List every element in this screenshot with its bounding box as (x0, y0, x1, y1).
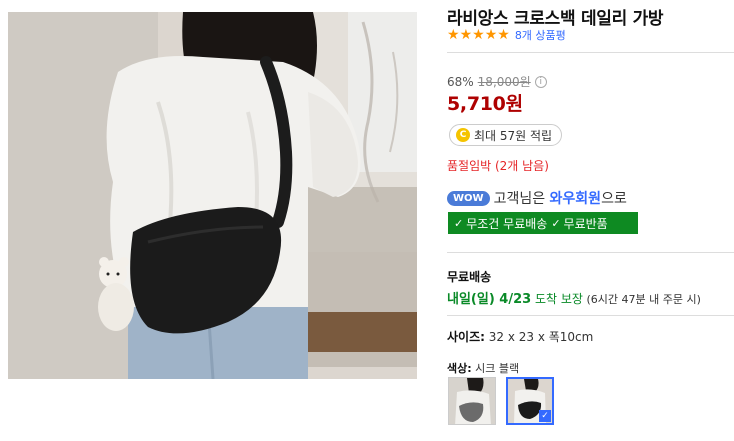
cashback-badge[interactable]: C 최대 57원 적립 (449, 124, 563, 146)
check-icon: ✓ (551, 216, 561, 230)
original-price: 18,000원 (477, 75, 531, 89)
discount-row: 68% 18,000원 i (447, 73, 547, 90)
divider (447, 315, 734, 316)
color-option: 색상: 시크 블랙 (447, 360, 519, 376)
color-label: 색상: (447, 362, 472, 375)
color-value: 시크 블랙 (471, 362, 520, 375)
star-icon: ★ (497, 27, 510, 43)
cashback-text: 최대 57원 적립 (474, 128, 553, 143)
star-icon: ★ (484, 27, 498, 43)
discount-rate: 68% (447, 74, 474, 89)
benefit-label: 무료반품 (563, 216, 608, 231)
sale-price: 5,710원 (447, 93, 523, 115)
star-icon: ★ (459, 27, 473, 43)
arrival-note: (6시간 47분 내 주문 시) (582, 293, 701, 306)
benefit-label: 무조건 무료배송 (466, 216, 548, 231)
size-value: 32 x 23 x 폭10cm (484, 330, 594, 344)
check-icon: ✓ (454, 216, 464, 230)
benefit-free-return: ✓ 무료반품 (551, 215, 607, 232)
wow-membership-row: WOW 고객님은 와우회원으로 (447, 188, 627, 208)
arrival-info: 내일(일) 4/23 도착 보장 (6시간 47분 내 주문 시) (447, 288, 701, 307)
product-main-image[interactable] (8, 12, 417, 379)
benefit-free-shipping: ✓ 무조건 무료배송 (454, 215, 547, 232)
star-rating: ★ ★ ★ ★ ★ (447, 28, 510, 42)
coin-icon: C (456, 128, 470, 142)
size-option: 사이즈: 32 x 23 x 폭10cm (447, 328, 593, 345)
product-title: 라비앙스 크로스백 데일리 가방 (447, 9, 664, 29)
star-icon: ★ (472, 27, 485, 43)
wow-prefix: 고객님은 (493, 191, 550, 207)
divider (447, 252, 734, 253)
wow-member-label: 와우회원 (549, 191, 602, 207)
arrival-date: 내일(일) 4/23 (447, 292, 532, 307)
size-label: 사이즈: (447, 330, 485, 344)
rating-row[interactable]: ★ ★ ★ ★ ★ 8개 상품평 (447, 27, 566, 43)
arrival-guarantee: 도착 보장 (531, 292, 583, 306)
shipping-label: 무료배송 (447, 270, 492, 284)
review-count-link[interactable]: 8개 상품평 (515, 27, 566, 43)
divider (447, 52, 734, 53)
star-icon: ★ (447, 27, 460, 43)
benefit-bar: ✓ 무조건 무료배송 ✓ 무료반품 (448, 212, 638, 234)
stock-warning: 품절임박 (2개 남음) (447, 159, 549, 173)
info-icon[interactable]: i (534, 75, 547, 88)
selected-check-icon: ✓ (539, 410, 551, 422)
wow-badge: WOW (447, 190, 490, 206)
color-swatch-2[interactable]: ✓ (506, 377, 554, 425)
color-swatch-1[interactable] (448, 377, 496, 425)
wow-suffix: 으로 (601, 191, 627, 207)
